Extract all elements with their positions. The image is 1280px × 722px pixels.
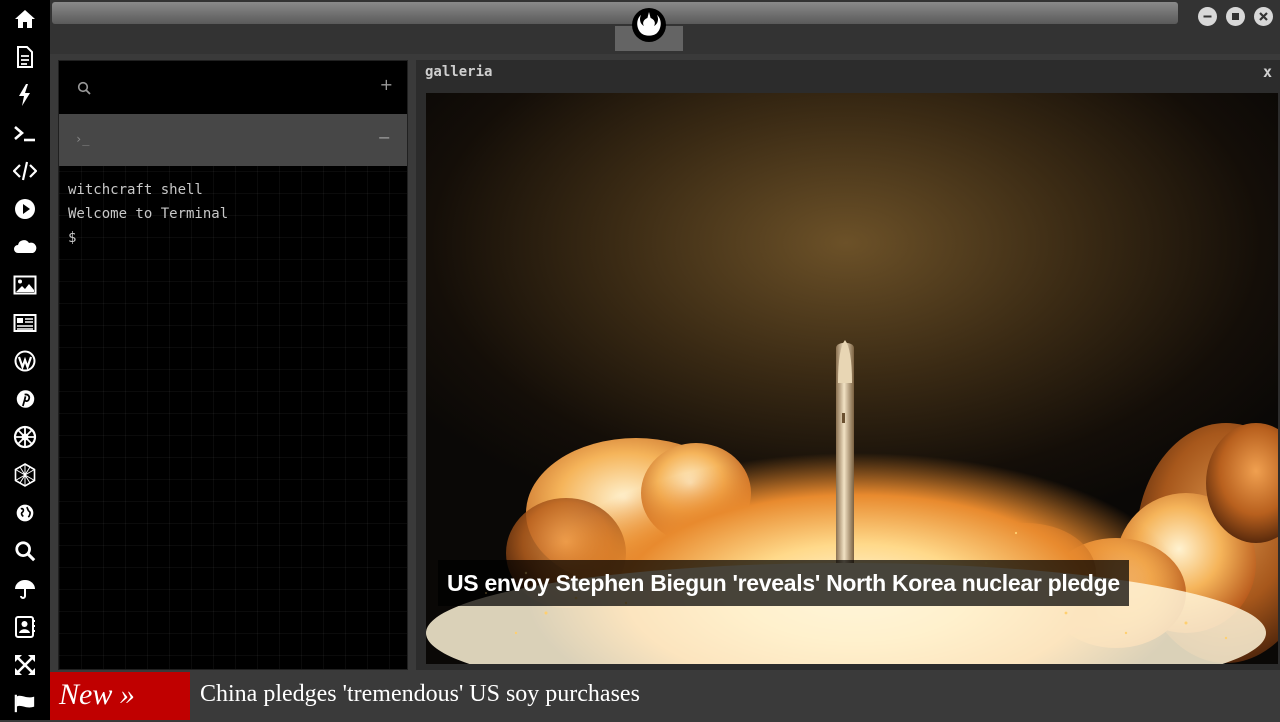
sidebar-item-search[interactable] <box>0 532 50 570</box>
sidebar-item-expand[interactable] <box>0 646 50 684</box>
search-icon[interactable] <box>77 81 91 95</box>
ticker-badge: New » <box>50 672 190 720</box>
contact-card-icon <box>15 616 35 638</box>
image-icon <box>13 275 37 295</box>
terminal-search-bar[interactable]: + <box>59 61 407 114</box>
sidebar-item-contact[interactable] <box>0 608 50 646</box>
sidebar-item-terminal[interactable] <box>0 114 50 152</box>
maximize-button[interactable] <box>1226 7 1245 26</box>
sidebar-item-document[interactable] <box>0 38 50 76</box>
document-icon <box>17 46 33 68</box>
sidebar-item-sphere[interactable] <box>0 456 50 494</box>
home-icon <box>15 10 35 28</box>
rebel-alliance-icon[interactable] <box>631 7 667 43</box>
terminal-tab[interactable]: ›_ − <box>59 114 407 166</box>
sidebar-item-news[interactable] <box>0 304 50 342</box>
flag-icon <box>14 694 35 713</box>
lightning-icon <box>19 84 30 106</box>
search-icon <box>15 541 36 562</box>
sidebar-item-flag[interactable] <box>0 684 50 722</box>
add-terminal-button[interactable]: + <box>380 75 393 94</box>
news-ticker: New » China pledges 'tremendous' US soy … <box>50 672 1280 720</box>
empire-icon <box>13 425 37 449</box>
terminal-output[interactable]: witchcraft shell Welcome to Terminal $ <box>68 178 228 250</box>
wordpress-icon <box>14 350 36 372</box>
terminal-line: Welcome to Terminal <box>68 206 229 222</box>
sidebar-item-lightning[interactable] <box>0 76 50 114</box>
terminal-icon <box>14 126 35 142</box>
sidebar-item-code[interactable] <box>0 152 50 190</box>
collapse-terminal-button[interactable]: − <box>378 128 391 147</box>
play-icon <box>15 199 35 219</box>
minimize-button[interactable] <box>1198 7 1217 26</box>
terminal-line: $ <box>68 230 77 246</box>
terminal-line: witchcraft shell <box>68 182 203 198</box>
minimize-icon <box>1203 15 1212 18</box>
close-button[interactable] <box>1254 7 1273 26</box>
gallery-close-button[interactable]: x <box>1263 63 1272 81</box>
sidebar-item-cloud[interactable] <box>0 228 50 266</box>
terminal-panel: + ›_ − witchcraft shell Welcome to Termin… <box>58 60 408 670</box>
umbrella-icon <box>15 580 35 599</box>
sidebar-item-image[interactable] <box>0 266 50 304</box>
expand-icon <box>15 655 35 675</box>
ticker-headline[interactable]: China pledges 'tremendous' US soy purcha… <box>200 672 640 716</box>
newspaper-icon <box>13 314 37 332</box>
cloud-icon <box>14 240 37 253</box>
address-bar[interactable] <box>52 2 1178 24</box>
sidebar-item-home[interactable] <box>0 0 50 38</box>
maximize-icon <box>1232 13 1239 20</box>
sidebar-item-globe[interactable] <box>0 494 50 532</box>
sidebar <box>0 0 50 720</box>
pinterest-icon <box>16 390 34 408</box>
gallery-panel: galleria x US envoy Stephen Biegun 'reve… <box>416 60 1280 670</box>
sidebar-item-umbrella[interactable] <box>0 570 50 608</box>
gallery-image[interactable]: US envoy Stephen Biegun 'reveals' North … <box>426 93 1278 664</box>
gallery-caption[interactable]: US envoy Stephen Biegun 'reveals' North … <box>438 560 1129 606</box>
sidebar-item-pinterest[interactable] <box>0 380 50 418</box>
terminal-prompt-icon: ›_ <box>75 132 90 146</box>
sidebar-item-play[interactable] <box>0 190 50 228</box>
top-bar <box>50 0 1280 54</box>
code-icon <box>13 161 37 181</box>
geometric-sphere-icon <box>14 463 36 487</box>
sidebar-item-wordpress[interactable] <box>0 342 50 380</box>
close-icon <box>1259 12 1268 21</box>
globe-icon <box>16 504 34 522</box>
gallery-title: galleria <box>425 64 493 80</box>
sidebar-item-empire[interactable] <box>0 418 50 456</box>
